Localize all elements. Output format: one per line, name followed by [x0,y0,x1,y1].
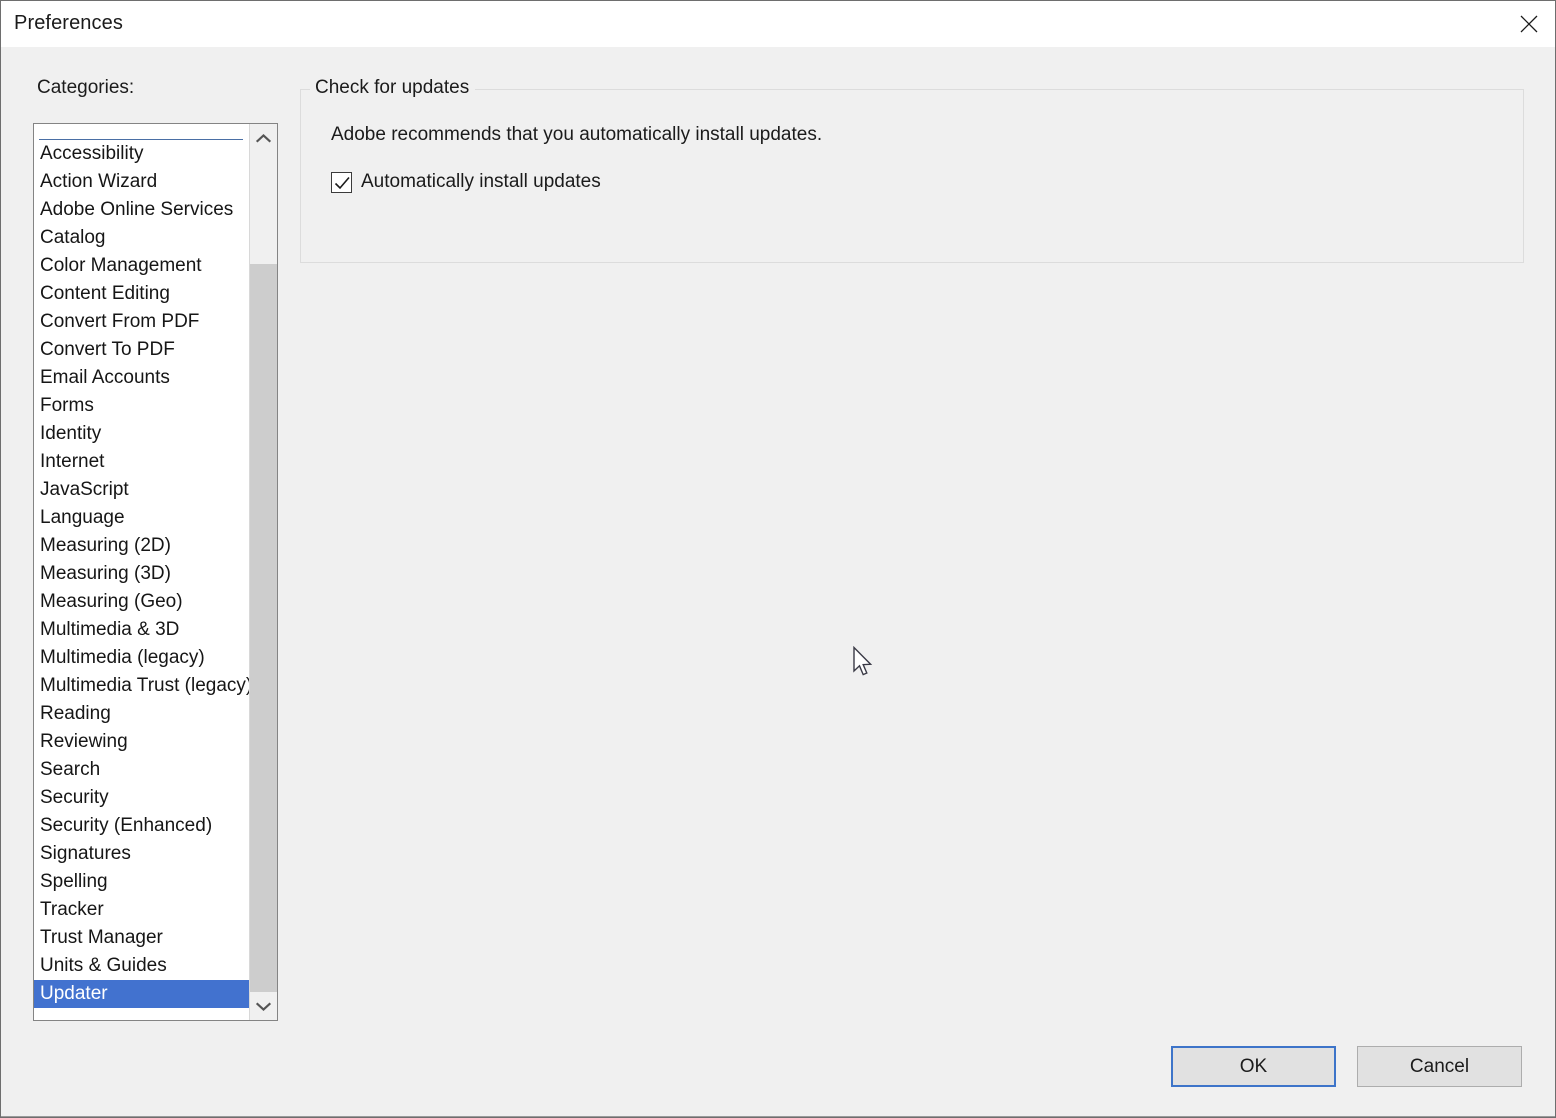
update-recommendation-text: Adobe recommends that you automatically … [331,124,823,145]
chevron-up-icon [256,133,271,143]
close-icon [1520,15,1538,32]
checkmark-icon [334,176,350,189]
list-item[interactable]: Action Wizard [34,168,249,196]
checkbox-box[interactable] [331,171,352,193]
chevron-down-icon [256,1001,271,1011]
list-item[interactable]: Search [34,756,249,784]
list-item[interactable]: Accessibility [34,140,249,168]
list-item[interactable]: Units & Guides [34,952,249,980]
close-button[interactable] [1503,1,1555,46]
list-item[interactable]: Forms [34,392,249,420]
categories-list: Accessibility Action Wizard Adobe Online S… [34,124,249,1020]
scroll-down-button[interactable] [250,992,277,1020]
list-item[interactable]: Tracker [34,896,249,924]
list-item[interactable]: Email Accounts [34,364,249,392]
list-item[interactable]: Signatures [34,840,249,868]
categories-scrollbar[interactable] [249,124,277,1020]
mouse-pointer-icon [853,646,873,676]
ok-button-label: OK [1239,1055,1268,1077]
categories-label: Categories: [37,77,135,98]
list-item[interactable]: Convert To PDF [34,336,249,364]
list-item[interactable]: Catalog [34,224,249,252]
list-item[interactable]: Updater [34,980,249,1008]
list-item[interactable]: JavaScript [34,476,249,504]
list-item[interactable]: Multimedia & 3D [34,616,249,644]
list-item[interactable]: Adobe Online Services [34,196,249,224]
check-for-updates-legend: Check for updates [310,77,476,99]
list-item[interactable]: Measuring (2D) [34,532,249,560]
list-item[interactable]: Trust Manager [34,924,249,952]
scrollbar-track[interactable] [250,152,277,992]
list-item[interactable]: Color Management [34,252,249,280]
title-bar: Preferences [1,1,1555,47]
list-item[interactable]: Reviewing [34,728,249,756]
list-item[interactable]: Identity [34,420,249,448]
list-item[interactable]: Measuring (Geo) [34,588,249,616]
list-item[interactable]: Security [34,784,249,812]
preferences-dialog: Preferences Categories: Accessibility Act… [0,0,1556,1118]
categories-listbox[interactable]: Accessibility Action Wizard Adobe Online S… [33,123,278,1021]
list-item[interactable]: Spelling [34,868,249,896]
cancel-button[interactable]: Cancel [1357,1046,1522,1087]
list-item[interactable]: Content Editing [34,280,249,308]
list-item[interactable]: Multimedia Trust (legacy) [34,672,249,700]
window-title: Preferences [14,12,123,34]
list-item[interactable]: Convert From PDF [34,308,249,336]
list-item[interactable]: Multimedia (legacy) [34,644,249,672]
list-item[interactable]: Reading [34,700,249,728]
auto-install-updates-checkbox[interactable]: Automatically install updates [331,171,601,193]
cancel-button-label: Cancel [1409,1055,1470,1077]
scroll-up-button[interactable] [250,124,277,152]
window-bottom-edge [1,1116,1555,1117]
scrollbar-thumb[interactable] [250,264,277,992]
list-item[interactable]: Language [34,504,249,532]
list-item[interactable]: Internet [34,448,249,476]
list-item[interactable]: Measuring (3D) [34,560,249,588]
auto-install-updates-label: Automatically install updates [361,171,601,192]
list-item[interactable]: Security (Enhanced) [34,812,249,840]
ok-button[interactable]: OK [1171,1046,1336,1087]
list-top-separator [39,124,243,140]
